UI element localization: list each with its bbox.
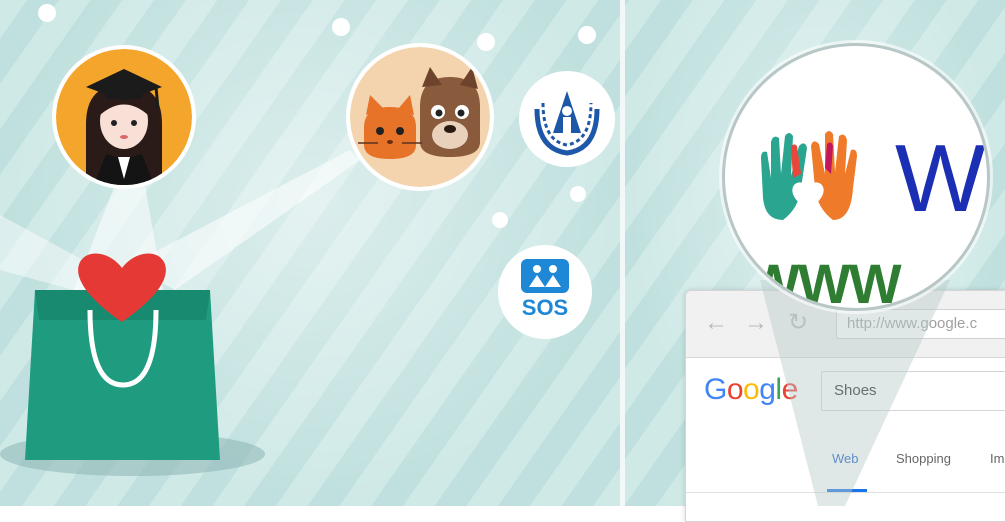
tab-shopping[interactable]: Shopping: [896, 451, 951, 466]
panel-divider: [620, 0, 625, 506]
unhcr-emblem-icon: [534, 91, 600, 156]
decor-dot: [570, 186, 586, 202]
cat-and-dog-icon: [350, 47, 490, 187]
google-logo: Google: [704, 373, 798, 406]
magnifier-lens: W WWW: [722, 43, 990, 311]
colorful-hands-heart-icon: [761, 131, 857, 220]
magnified-www-text: WWW: [747, 252, 902, 311]
address-bar[interactable]: http://www.google.c: [836, 309, 1005, 339]
un-bubble: [519, 71, 615, 167]
tab-web[interactable]: Web: [832, 451, 859, 466]
shopping-bag-icon: [25, 253, 220, 460]
search-input[interactable]: Shoes: [821, 371, 1005, 411]
graduate-avatar-icon: [56, 49, 192, 185]
sos-children-icon: [521, 259, 569, 293]
tab-images[interactable]: Im: [990, 451, 1004, 466]
decor-dot: [477, 33, 495, 51]
pets-bubble: [346, 43, 494, 191]
browser-window: ← → ↻ http://www.google.c Google Shoes W…: [685, 290, 1005, 522]
results-divider: [686, 492, 1005, 493]
decor-dot: [38, 4, 56, 22]
forward-arrow-icon[interactable]: →: [744, 311, 768, 335]
sos-bubble: SOS: [498, 245, 592, 339]
magnified-letter-w: W: [895, 125, 986, 232]
back-arrow-icon[interactable]: ←: [704, 311, 728, 335]
decor-dot: [578, 26, 596, 44]
graduate-bubble: [52, 45, 196, 189]
donation-illustration-panel: SOS: [0, 0, 625, 506]
decor-dot: [492, 212, 508, 228]
decor-dot: [332, 18, 350, 36]
sos-label: SOS: [521, 295, 569, 320]
reload-icon[interactable]: ↻: [788, 311, 808, 335]
